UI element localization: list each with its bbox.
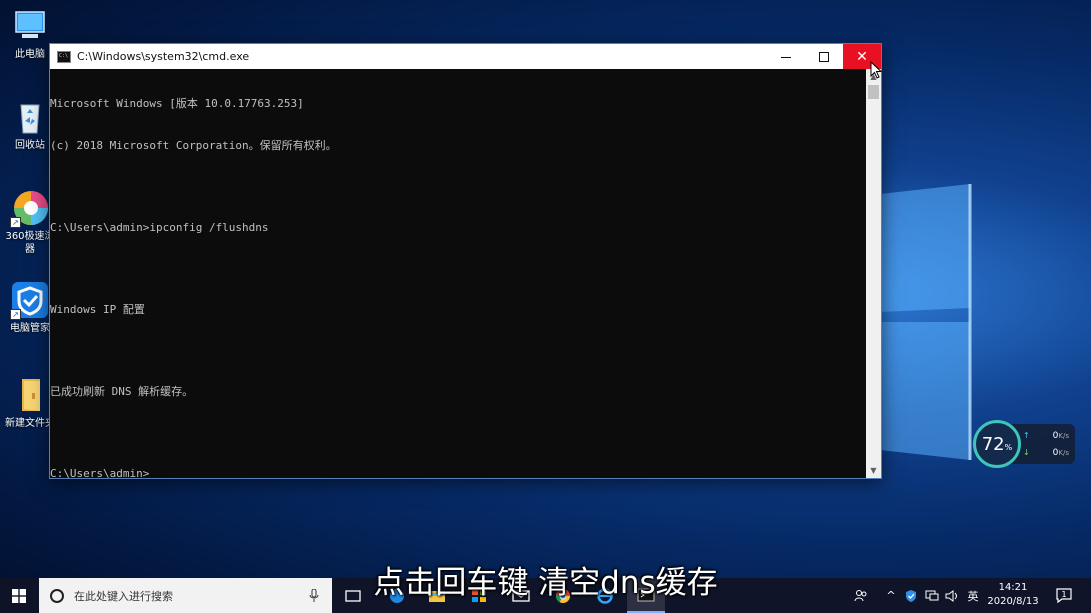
upload-speed-unit: K/s [1058, 432, 1069, 440]
shortcut-arrow-icon: ↗ [10, 217, 21, 228]
console-line: 已成功刷新 DNS 解析缓存。 [50, 385, 194, 399]
pc-manager-icon: ↗ [10, 280, 50, 320]
upload-arrow-icon: ↑ [1023, 431, 1030, 440]
download-speed-unit: K/s [1058, 449, 1069, 457]
video-subtitle: 点击回车键 清空dns缓存 [373, 565, 718, 601]
folder-icon [10, 375, 50, 415]
console-output[interactable]: Microsoft Windows [版本 10.0.17763.253] (c… [50, 69, 866, 481]
cmd-window[interactable]: C:\Windows\system32\cmd.exe ✕ Microsoft … [49, 43, 882, 481]
cmd-app-icon [57, 50, 71, 63]
upload-speed-row: ↑ 0K/s [1023, 431, 1069, 441]
maximize-button[interactable] [805, 44, 843, 69]
shortcut-arrow-icon: ↗ [10, 309, 21, 320]
scroll-thumb[interactable] [868, 85, 879, 99]
cmd-window-title: C:\Windows\system32\cmd.exe [77, 50, 250, 63]
memory-percent-unit: % [1004, 442, 1013, 452]
cmd-title-bar[interactable]: C:\Windows\system32\cmd.exe ✕ [50, 44, 881, 69]
console-line: (c) 2018 Microsoft Corporation。保留所有权利。 [50, 138, 337, 152]
minimize-icon [781, 57, 791, 58]
console-line: Windows IP 配置 [50, 302, 145, 316]
memory-usage-ring: 72% [973, 420, 1021, 468]
wallpaper-windows-logo [880, 184, 972, 460]
vertical-scrollbar[interactable]: ▲ ▼ [866, 69, 881, 478]
console-prompt: C:\Users\admin> [50, 467, 150, 481]
browser-360-icon: ↗ [10, 188, 50, 228]
console-line: Microsoft Windows [版本 10.0.17763.253] [50, 97, 304, 111]
download-speed-row: ↓ 0K/s [1023, 448, 1069, 458]
console-line: C:\Users\admin>ipconfig /flushdns [50, 220, 269, 234]
scroll-down-icon[interactable]: ▼ [866, 463, 881, 478]
close-icon: ✕ [856, 48, 868, 65]
maximize-icon [819, 51, 829, 62]
network-speed-widget[interactable]: 72% ↑ 0K/s ↓ 0K/s [973, 420, 1075, 468]
minimize-button[interactable] [767, 44, 805, 69]
memory-percent: 72 [981, 433, 1005, 455]
mouse-cursor-icon [870, 61, 882, 79]
download-arrow-icon: ↓ [1023, 448, 1030, 457]
computer-icon [10, 6, 50, 46]
recycle-bin-icon [10, 97, 50, 137]
